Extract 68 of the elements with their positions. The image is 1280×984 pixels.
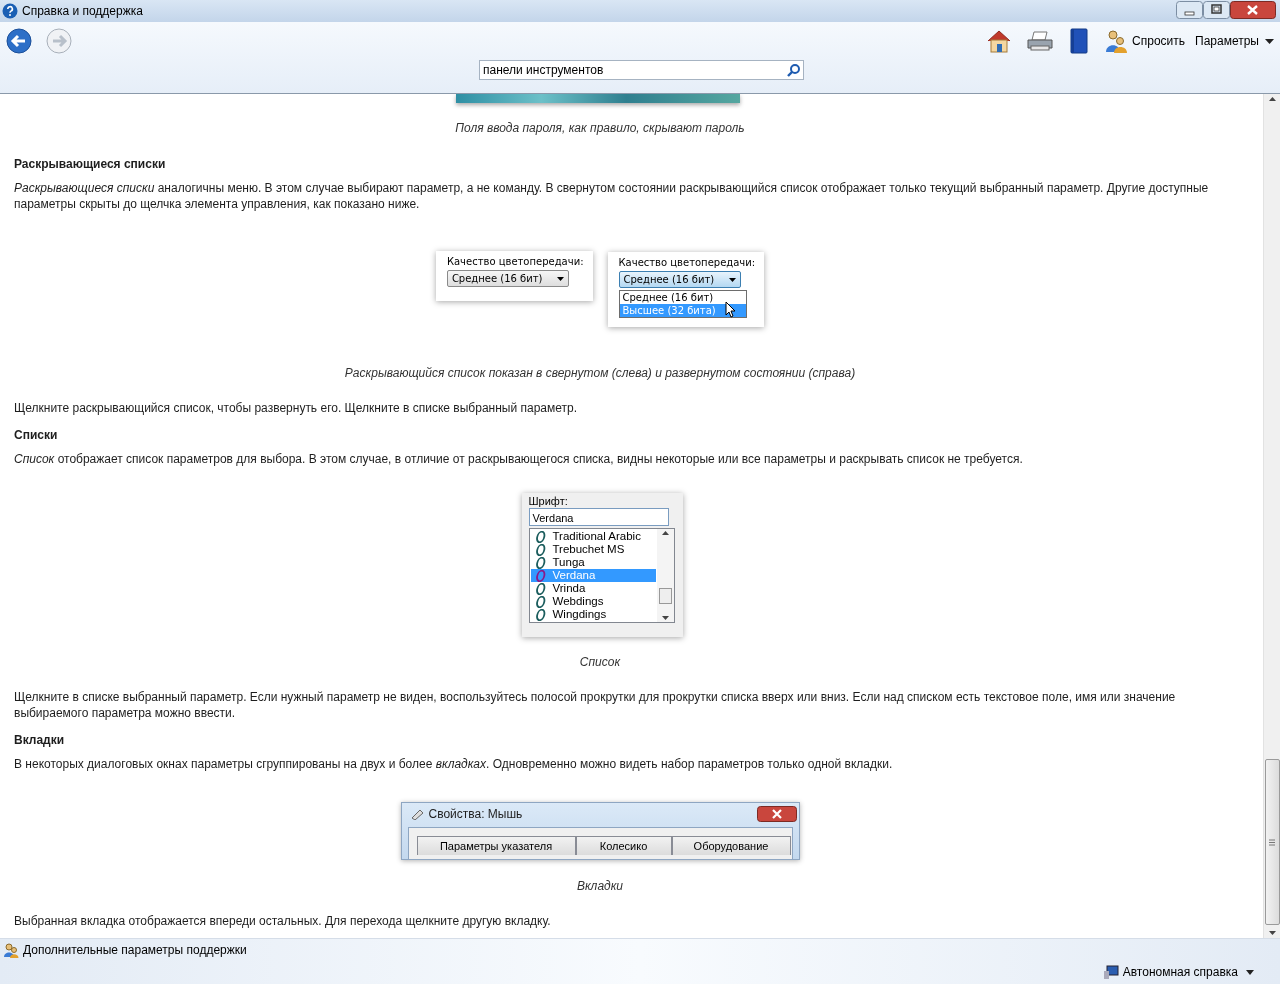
people-icon: [3, 942, 19, 958]
grip-icon: [1269, 838, 1275, 846]
font-icon: [534, 543, 547, 556]
computer-icon: [1102, 965, 1119, 979]
field-label: Качество цветопередачи:: [446, 256, 584, 267]
list-item[interactable]: Trebuchet MS: [530, 543, 656, 556]
paragraph: В некоторых диалоговых окнах параметры сгруппированы на двух и более вкладках. Одновременно можно видеть набор параметров только одной вкладки.: [14, 756, 894, 772]
list-item[interactable]: Vrinda: [530, 582, 656, 595]
scroll-down-icon[interactable]: [661, 616, 669, 620]
field-label: Качество цветопередачи:: [618, 257, 756, 268]
text-field[interactable]: Verdana: [528, 508, 669, 526]
font-icon: [534, 556, 547, 569]
font-icon: [534, 595, 547, 608]
section-heading: Вкладки: [14, 733, 66, 747]
minimize-button[interactable]: [1176, 1, 1203, 19]
section-heading: Списки: [14, 428, 59, 442]
search-icon[interactable]: [787, 63, 801, 77]
figure-caption: Список: [578, 655, 622, 669]
home-icon[interactable]: [986, 29, 1013, 53]
paragraph: Щелкните раскрывающийся список, чтобы развернуть его. Щелкните в списке выбранный параметр.: [14, 400, 579, 416]
mouse-icon: [409, 808, 424, 820]
printer-icon[interactable]: [1026, 30, 1055, 52]
caret-icon[interactable]: [1265, 38, 1274, 44]
scroll-down-icon[interactable]: [1268, 931, 1276, 935]
offline-help-menu[interactable]: Автономная справка: [1122, 965, 1238, 979]
scrollbar-thumb[interactable]: [1264, 759, 1280, 925]
dialog-tab[interactable]: Параметры указателя: [416, 836, 576, 855]
dialog-title: Свойства: Мышь: [428, 807, 524, 821]
font-icon: [534, 530, 547, 543]
caret-icon: [556, 276, 564, 281]
ask-link[interactable]: Спросить: [1132, 34, 1186, 48]
dropdown[interactable]: Среднее (16 бит): [446, 270, 569, 287]
section-heading: Раскрывающиеся списки: [14, 157, 167, 171]
dropdown[interactable]: Среднее (16 бит): [618, 271, 741, 288]
support-link[interactable]: Дополнительные параметры поддержки: [23, 943, 247, 957]
font-icon: [534, 569, 547, 582]
options-menu[interactable]: Параметры: [1195, 34, 1259, 48]
paragraph: Выбранная вкладка отображается впереди остальных. Для перехода щелкните другую вкладку.: [14, 913, 552, 929]
dialog-tab[interactable]: Оборудование: [671, 836, 791, 855]
list-item[interactable]: Wingdings: [530, 608, 656, 621]
font-icon: [534, 582, 547, 595]
figure-caption: Вкладки: [575, 879, 625, 893]
list-item[interactable]: Traditional Arabic: [530, 530, 656, 543]
caret-icon: [728, 277, 736, 282]
scroll-up-icon[interactable]: [1268, 97, 1276, 101]
scrollbar-thumb[interactable]: [658, 587, 672, 604]
caret-icon[interactable]: [1246, 969, 1254, 975]
paragraph: Раскрывающиеся списки аналогичны меню. В этом случае выбирают параметр, а не команду. В свернутом состоянии раскрывающийся список отображает только текущий выбранный параметр. Другие доступные параметры скрыты до щелчка элемента управления, как показано ниже.: [14, 180, 1210, 212]
back-button[interactable]: [6, 28, 32, 54]
scroll-up-icon[interactable]: [661, 531, 669, 535]
help-icon: [2, 3, 18, 19]
window-title: Справка и поддержка: [22, 4, 143, 18]
paragraph: Список отображает список параметров для выбора. В этом случае, в отличие от раскрывающегося списка, видны некоторые или все параметры и раскрывать список не требуется.: [14, 451, 1024, 467]
field-label: Шрифт:: [528, 495, 569, 507]
dialog-tab[interactable]: Колесико: [575, 836, 672, 855]
figure-caption: Раскрывающийся список показан в свернутом (слева) и развернутом состоянии (справа): [343, 366, 857, 380]
dropdown-option[interactable]: Среднее (16 бит): [619, 291, 746, 304]
list-item[interactable]: Webdings: [530, 595, 656, 608]
list-item[interactable]: Tunga: [530, 556, 656, 569]
search-field[interactable]: панели инструментов: [479, 60, 804, 80]
people-icon[interactable]: [1104, 28, 1129, 54]
maximize-button[interactable]: [1203, 1, 1230, 19]
font-list[interactable]: Traditional Arabic Trebuchet MS Tunga Verdana Vrinda Webdings Wingdings: [528, 528, 675, 623]
font-icon: [534, 608, 547, 621]
book-icon[interactable]: [1068, 28, 1091, 54]
figure-caption: Поля ввода пароля, как правило, скрывают пароль: [454, 121, 746, 135]
close-button[interactable]: [1230, 1, 1276, 19]
paragraph: Щелкните в списке выбранный параметр. Если нужный параметр не виден, воспользуйтесь полосой прокрутки для прокрутки списка вверх или вниз. Если над списком есть текстовое поле, имя или значение выбираемого параметра можно ввести.: [14, 689, 1177, 721]
